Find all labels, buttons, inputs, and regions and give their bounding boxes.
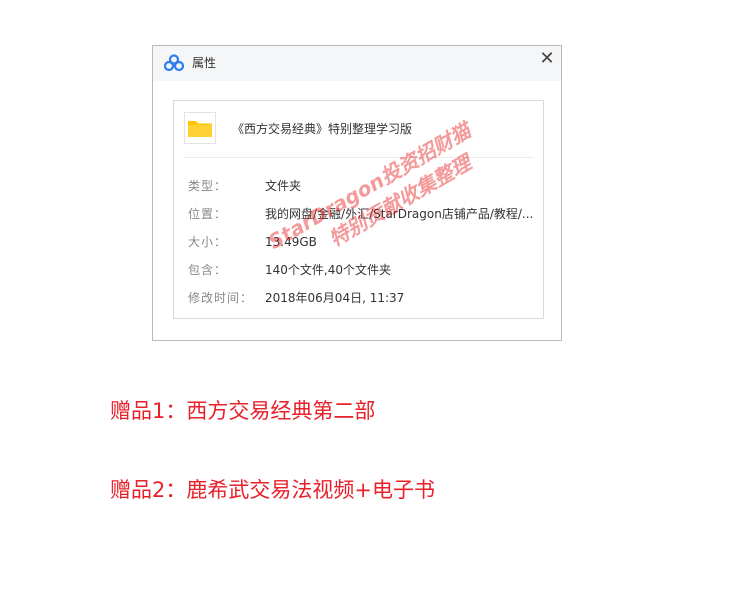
folder-thumbnail (184, 112, 216, 144)
dialog-titlebar[interactable]: 属性 ✕ (153, 46, 561, 81)
row-label: 修改时间： (188, 291, 254, 305)
row-value: 13.49GB (265, 235, 317, 249)
row-label: 大小： (188, 235, 228, 249)
row-label: 位置： (188, 207, 228, 221)
row-value: 2018年06月04日, 11:37 (265, 291, 405, 305)
folder-name: 《西方交易经典》特别整理学习版 (232, 122, 413, 136)
row-label: 类型： (188, 179, 228, 193)
row-label: 包含： (188, 263, 228, 277)
properties-dialog: 属性 ✕ 《西方交易经典》特别整理学习版 类型： 文件夹 位置： 我的网盘/金融… (152, 45, 562, 341)
baidu-netdisk-icon (163, 54, 185, 72)
gift-1-text: 赠品1：西方交易经典第二部 (110, 399, 376, 423)
row-value: 文件夹 (265, 179, 302, 193)
close-button[interactable]: ✕ (538, 50, 556, 68)
page: 属性 ✕ 《西方交易经典》特别整理学习版 类型： 文件夹 位置： 我的网盘/金融… (0, 0, 750, 600)
close-icon: ✕ (539, 48, 555, 69)
location-path-value[interactable]: 我的网盘/金融/外汇/StarDragon店铺产品/教程/... (265, 206, 533, 222)
divider (184, 157, 534, 158)
gift-2-text: 赠品2：鹿希武交易法视频+电子书 (110, 478, 435, 502)
properties-panel: 《西方交易经典》特别整理学习版 类型： 文件夹 位置： 我的网盘/金融/外汇/S… (173, 100, 544, 319)
dialog-title: 属性 (192, 56, 217, 70)
row-value: 140个文件,40个文件夹 (265, 263, 391, 277)
